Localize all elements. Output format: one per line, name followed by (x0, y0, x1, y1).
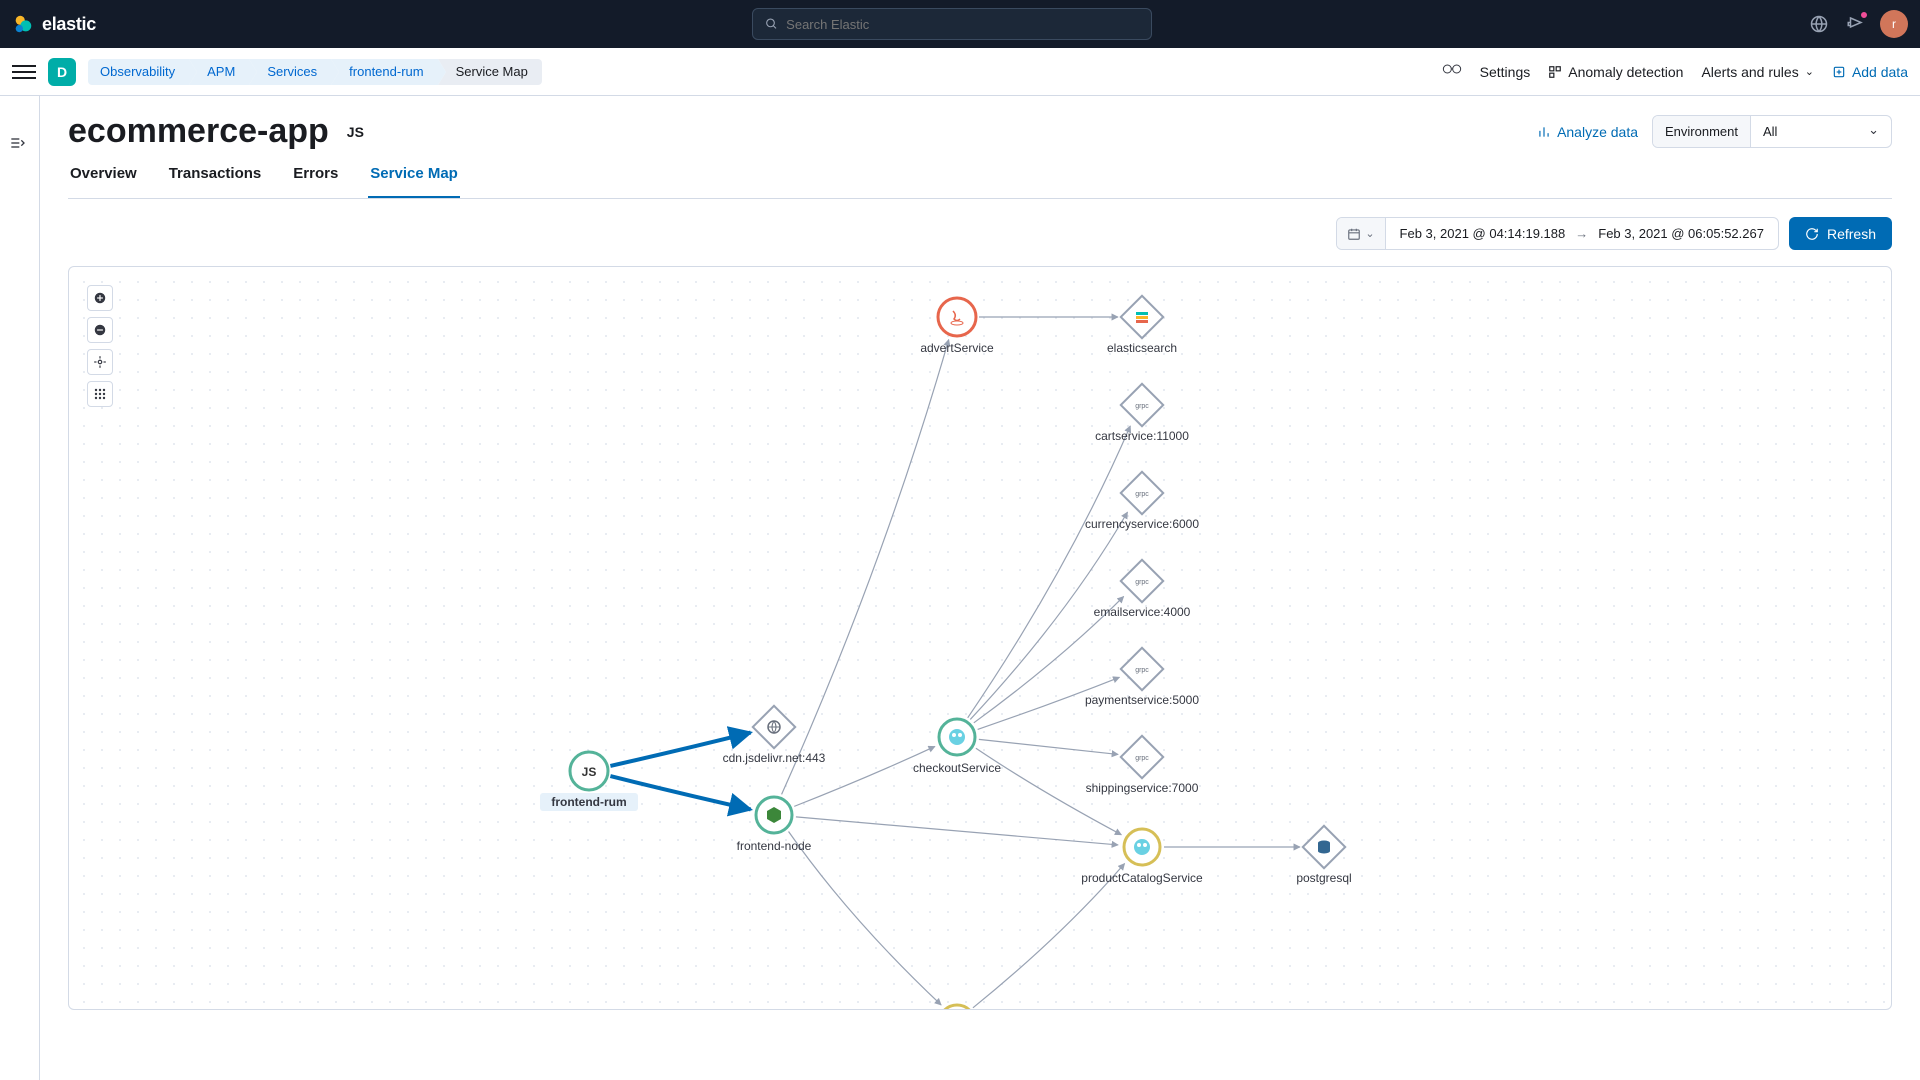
edge (979, 739, 1118, 754)
breadcrumb: ObservabilityAPMServicesfrontend-rumServ… (88, 59, 542, 85)
service-node-label: frontend-node (737, 839, 812, 853)
add-data-link[interactable]: Add data (1832, 64, 1908, 80)
edge (782, 340, 949, 795)
tab-service-map[interactable]: Service Map (368, 165, 460, 198)
breadcrumb-item[interactable]: Services (249, 59, 331, 85)
environment-select[interactable]: All (1751, 116, 1891, 147)
analyze-data-link[interactable]: Analyze data (1537, 124, 1638, 140)
environment-label: Environment (1653, 116, 1751, 147)
chevron-down-icon: ⌄ (1365, 227, 1374, 240)
edge (968, 426, 1131, 718)
svg-text:grpc: grpc (1135, 491, 1149, 498)
nav-menu-button[interactable] (12, 60, 36, 84)
tab-overview[interactable]: Overview (68, 165, 139, 198)
service-node-label: productCatalogService (1081, 871, 1203, 885)
date-from: Feb 3, 2021 @ 04:14:19.188 (1400, 226, 1566, 241)
date-range-picker: ⌄ Feb 3, 2021 @ 04:14:19.188 → Feb 3, 20… (1336, 217, 1779, 250)
service-node-label: currencyservice:6000 (1085, 517, 1199, 531)
expand-sidebar-button[interactable] (10, 136, 26, 155)
service-node-checkoutService[interactable] (939, 719, 975, 755)
svg-text:grpc: grpc (1135, 403, 1149, 410)
service-node-label: shippingservice:7000 (1086, 781, 1199, 795)
tab-transactions[interactable]: Transactions (167, 165, 264, 198)
elastic-logo-icon (12, 13, 34, 35)
refresh-icon (1805, 227, 1819, 241)
service-node-shippingservice[interactable]: grpc (1121, 736, 1163, 778)
elastic-logo[interactable]: elastic (12, 13, 96, 35)
svg-text:JS: JS (582, 765, 597, 779)
service-node-cdn[interactable] (753, 706, 795, 748)
service-node-label: emailservice:4000 (1094, 605, 1191, 619)
service-node-label: paymentservice:5000 (1085, 693, 1199, 707)
breadcrumb-item[interactable]: Observability (88, 59, 189, 85)
language-badge: JS (345, 120, 366, 144)
service-node-recommendation[interactable] (939, 1005, 975, 1009)
help-icon[interactable] (1808, 13, 1830, 35)
service-node-currencyservice[interactable]: grpc (1121, 472, 1163, 514)
inspector-icon[interactable] (1442, 62, 1462, 81)
alerts-rules-link[interactable]: Alerts and rules ⌄ (1701, 64, 1814, 80)
search-icon (765, 17, 778, 31)
svg-text:grpc: grpc (1135, 579, 1149, 586)
global-header: elastic r (0, 0, 1920, 48)
arrow-right-icon: → (1575, 226, 1588, 241)
calendar-icon (1347, 227, 1361, 241)
chevron-down-icon: ⌄ (1805, 65, 1814, 78)
service-node-productCatalog[interactable] (1124, 829, 1160, 865)
settings-link[interactable]: Settings (1480, 64, 1531, 80)
edge (973, 864, 1125, 1008)
service-node-paymentservice[interactable]: grpc (1121, 648, 1163, 690)
user-avatar[interactable]: r (1880, 10, 1908, 38)
edge (789, 832, 942, 1005)
breadcrumb-item: Service Map (438, 59, 542, 85)
service-node-label: advertService (920, 341, 994, 355)
date-to: Feb 3, 2021 @ 06:05:52.267 (1598, 226, 1764, 241)
tab-errors[interactable]: Errors (291, 165, 340, 198)
elastic-logo-text: elastic (42, 14, 96, 35)
global-search-input[interactable] (786, 17, 1139, 32)
service-node-frontend-rum[interactable]: JS (570, 752, 608, 790)
chart-icon (1537, 125, 1551, 139)
svg-text:grpc: grpc (1135, 755, 1149, 762)
svg-text:grpc: grpc (1135, 667, 1149, 674)
global-search[interactable] (752, 8, 1152, 40)
service-node-cartservice[interactable]: grpc (1121, 384, 1163, 426)
date-range-display[interactable]: Feb 3, 2021 @ 04:14:19.188 → Feb 3, 2021… (1386, 218, 1778, 249)
service-node-label: postgresql (1296, 871, 1351, 885)
page-title: ecommerce-app (68, 112, 329, 151)
space-badge[interactable]: D (48, 58, 76, 86)
service-node-frontend-node[interactable] (756, 797, 792, 833)
service-node-label: frontend-rum (551, 795, 626, 809)
refresh-button[interactable]: Refresh (1789, 217, 1892, 250)
service-node-elasticsearch[interactable] (1121, 296, 1163, 338)
environment-picker: Environment All (1652, 115, 1892, 148)
sub-header: D ObservabilityAPMServicesfrontend-rumSe… (0, 48, 1920, 96)
anomaly-detection-link[interactable]: Anomaly detection (1548, 64, 1683, 80)
breadcrumb-item[interactable]: frontend-rum (331, 59, 437, 85)
date-quick-select[interactable]: ⌄ (1337, 218, 1385, 249)
breadcrumb-item[interactable]: APM (189, 59, 249, 85)
ml-icon (1548, 65, 1562, 79)
collapsed-sidebar (0, 96, 40, 1080)
page-tabs: Overview Transactions Errors Service Map (68, 165, 1892, 199)
service-node-label: cartservice:11000 (1095, 429, 1189, 443)
edge (796, 817, 1118, 845)
service-node-emailservice[interactable]: grpc (1121, 560, 1163, 602)
service-map-panel[interactable]: JS frontend-rum cdn.jsdelivr.net:443 fronte… (68, 266, 1892, 1010)
plus-circle-icon (1832, 65, 1846, 79)
service-node-label: elasticsearch (1107, 341, 1177, 355)
service-node-label: checkoutService (913, 761, 1001, 775)
news-icon[interactable] (1844, 13, 1866, 35)
service-node-postgresql[interactable] (1303, 826, 1345, 868)
service-node-advertService[interactable] (938, 298, 976, 336)
service-node-label: cdn.jsdelivr.net:443 (723, 751, 826, 765)
service-map-canvas[interactable]: JS frontend-rum cdn.jsdelivr.net:443 fronte… (69, 267, 1891, 1009)
